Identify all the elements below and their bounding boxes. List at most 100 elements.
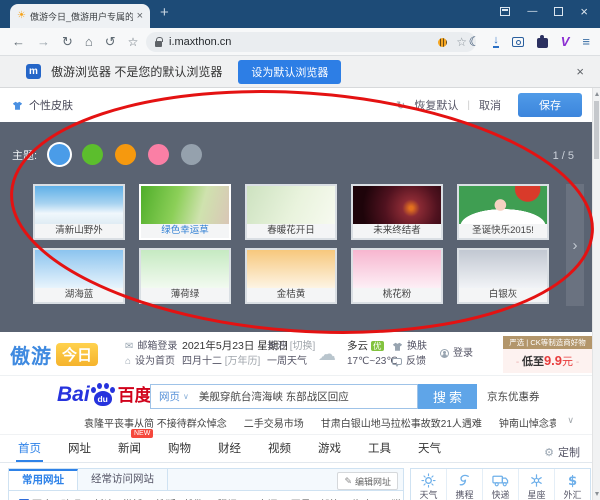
nav-tab[interactable]: 新闻NEW bbox=[118, 440, 141, 456]
quick-link[interactable]: 新浪 · 微博 bbox=[94, 496, 143, 500]
undo-icon[interactable]: ↺ bbox=[105, 34, 116, 50]
scrollbar-thumb[interactable] bbox=[594, 101, 599, 159]
skin-card[interactable]: 金桔黄 bbox=[245, 248, 337, 304]
hot-search-link[interactable]: 二手交易市场 bbox=[244, 415, 304, 430]
vbox-icon[interactable]: V bbox=[561, 34, 570, 49]
nav-tab[interactable]: 购物 bbox=[168, 440, 191, 456]
theme-color-dot-2[interactable] bbox=[82, 144, 103, 165]
window-minimize-button[interactable]: — bbox=[527, 7, 537, 16]
window-maximize-button[interactable] bbox=[554, 7, 563, 16]
set-default-button[interactable]: 设为默认浏览器 bbox=[238, 60, 341, 84]
quick-link[interactable]: 百百度 · 贴吧 bbox=[19, 496, 81, 500]
lunar-date: 四月十二 bbox=[182, 356, 222, 367]
menu-icon[interactable]: ≡ bbox=[582, 34, 590, 49]
back-icon[interactable]: ← bbox=[12, 34, 25, 49]
screenshot-icon[interactable] bbox=[512, 37, 524, 47]
mail-login-link[interactable]: 邮箱登录 bbox=[137, 339, 177, 354]
theme-color-dot-4[interactable] bbox=[148, 144, 169, 165]
baidu-logo[interactable]: Bai du 百度 bbox=[57, 381, 152, 407]
skin-card[interactable]: 圣诞快乐2015! bbox=[457, 184, 549, 240]
save-button[interactable]: 保存 bbox=[518, 93, 582, 117]
window-panel-icon[interactable] bbox=[500, 7, 510, 16]
tab-close-icon[interactable]: × bbox=[137, 10, 143, 22]
nav-tab[interactable]: 视频 bbox=[268, 440, 291, 456]
today-strip: 傲游 今日 ✉邮箱登录 ⌂设为首页 2021年5月23日 星期日 四月十二 [万… bbox=[0, 332, 592, 376]
skin-card[interactable]: 绿色幸运草 bbox=[139, 184, 231, 240]
feedback-bubble-icon bbox=[392, 358, 402, 365]
quick-link[interactable]: 淘宝 · 天猫 bbox=[353, 496, 402, 500]
theme-color-dot-5[interactable] bbox=[181, 144, 202, 165]
night-mode-icon[interactable]: ☾ bbox=[469, 34, 481, 50]
tool-label: 天气 bbox=[419, 488, 437, 500]
change-skin-link[interactable]: 换肤 bbox=[407, 339, 427, 354]
customize-button[interactable]: ⚙ 定制 bbox=[544, 444, 580, 460]
nav-tab[interactable]: 网址 bbox=[68, 440, 91, 456]
extensions-puzzle-icon[interactable] bbox=[537, 38, 548, 48]
quick-link[interactable]: 搜狐 · 搜狗 bbox=[156, 496, 205, 500]
theme-color-dot-1[interactable] bbox=[49, 144, 70, 165]
skin-header: 个性皮肤 ↻ 恢复默认 | 取消 保存 bbox=[0, 88, 592, 122]
home-icon[interactable]: ⌂ bbox=[85, 34, 93, 49]
hot-expand-icon[interactable]: ∨ bbox=[567, 415, 574, 426]
feedback-link[interactable]: 反馈 bbox=[406, 354, 426, 369]
skin-card[interactable]: 桃花粉 bbox=[351, 248, 443, 304]
restore-default-link[interactable]: 恢复默认 bbox=[414, 97, 458, 113]
page-scrollbar[interactable] bbox=[592, 88, 600, 500]
tool-zodiac[interactable]: 星座 bbox=[519, 469, 555, 500]
switch-city-link[interactable]: [切换] bbox=[290, 341, 316, 352]
hot-search-link[interactable]: 钟南山悼念袁隆平:天堂里好好休息 bbox=[499, 415, 556, 430]
scroll-up-icon[interactable] bbox=[595, 92, 599, 96]
favorites-star-icon[interactable]: ☆ bbox=[128, 35, 139, 49]
tool-ctrip[interactable]: 携程 bbox=[447, 469, 483, 500]
browser-tab[interactable]: ☀ 傲游今日_傲游用户专属的网址导 × bbox=[10, 4, 150, 28]
calendar-link[interactable]: [万年历] bbox=[225, 356, 261, 367]
ad-banner[interactable]: 严选 | CK等制造商好物 - 低至9.9元 - bbox=[503, 336, 592, 373]
maxthon-today-logo[interactable]: 傲游 今日 bbox=[10, 340, 98, 369]
nav-tab[interactable]: 工具 bbox=[368, 440, 391, 456]
reload-icon[interactable]: ↻ bbox=[62, 34, 73, 50]
nav-tab[interactable]: 游戏 bbox=[318, 440, 341, 456]
edit-urls-button[interactable]: ✎ 编辑网址 bbox=[337, 472, 398, 490]
next-page-arrow[interactable]: › bbox=[566, 184, 584, 306]
tool-dollar[interactable]: $外汇 bbox=[555, 469, 590, 500]
skin-card[interactable]: 湖海蓝 bbox=[33, 248, 125, 304]
download-icon[interactable]: ↓ bbox=[493, 36, 499, 48]
week-weather-link[interactable]: 一周天气 bbox=[267, 354, 315, 369]
quick-link[interactable]: 腾讯qq · 空间 bbox=[218, 496, 278, 500]
skin-label: 未来终结者 bbox=[353, 224, 441, 238]
search-scope-dropdown[interactable]: 网页∨ bbox=[159, 389, 189, 404]
skin-card[interactable]: 白银灰 bbox=[457, 248, 549, 304]
svg-text:$: $ bbox=[568, 474, 577, 488]
quick-link[interactable]: 网易 · 邮箱 bbox=[291, 496, 340, 500]
address-bar[interactable]: i.maxthon.cn ☆ bbox=[146, 32, 476, 52]
window-close-button[interactable]: × bbox=[580, 7, 588, 16]
nav-tab[interactable]: 财经 bbox=[218, 440, 241, 456]
ad-body: - 低至9.9元 - bbox=[503, 349, 592, 373]
tool-sun[interactable]: 天气 bbox=[411, 469, 447, 500]
search-input[interactable]: 网页∨ 美舰穿航台湾海峡 东部战区回应 bbox=[150, 384, 418, 409]
set-home-link[interactable]: 设为首页 bbox=[135, 354, 175, 369]
hot-search-link[interactable]: 袁隆平丧事从简 不接待群众悼念 bbox=[84, 415, 227, 430]
bookmark-star-icon[interactable]: ☆ bbox=[456, 35, 467, 49]
skin-card[interactable]: 清新山野外 bbox=[33, 184, 125, 240]
theme-color-dot-3[interactable] bbox=[115, 144, 136, 165]
bottom-tab[interactable]: 经常访问网站 bbox=[78, 469, 168, 490]
scroll-down-icon[interactable] bbox=[595, 492, 599, 496]
skin-card[interactable]: 薄荷绿 bbox=[139, 248, 231, 304]
jd-coupon-link[interactable]: 京东优惠券 bbox=[487, 389, 540, 404]
cancel-link[interactable]: 取消 bbox=[479, 97, 501, 113]
bee-magic-fill-icon[interactable] bbox=[438, 38, 447, 47]
skin-card[interactable]: 春暖花开日 bbox=[245, 184, 337, 240]
skin-card[interactable]: 未来终结者 bbox=[351, 184, 443, 240]
notification-close-icon[interactable]: × bbox=[576, 64, 584, 79]
bottom-tab[interactable]: 常用网址 bbox=[9, 469, 78, 490]
search-button[interactable]: 搜索 bbox=[418, 384, 477, 409]
login-link[interactable]: 登录 bbox=[453, 346, 473, 361]
nav-tab[interactable]: 天气 bbox=[418, 440, 441, 456]
hot-search-link[interactable]: 甘肃白银山地马拉松事故致21人遇难 bbox=[321, 415, 482, 430]
nav-tab[interactable]: 首页 bbox=[18, 440, 41, 456]
forward-icon[interactable]: → bbox=[37, 34, 50, 49]
tool-truck[interactable]: 快递 bbox=[483, 469, 519, 500]
ad-header: 严选 | CK等制造商好物 bbox=[503, 336, 592, 349]
new-tab-button[interactable]: + bbox=[160, 4, 169, 21]
